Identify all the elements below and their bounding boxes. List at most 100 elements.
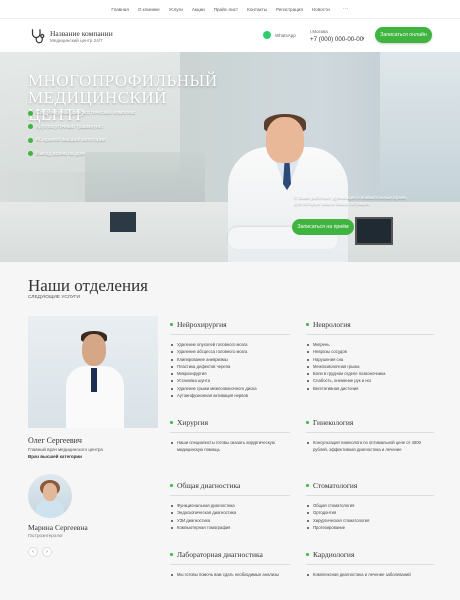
department-title[interactable]: Гинекология — [306, 418, 434, 427]
hero-monitor-left — [110, 212, 136, 232]
list-item[interactable]: Боли в грудном отделе позвоночника — [306, 370, 434, 377]
chevron-down-icon[interactable]: ▾ — [362, 36, 365, 42]
stethoscope-logo-icon[interactable] — [28, 27, 46, 45]
doctor-face — [82, 334, 106, 366]
slider-prev-button[interactable]: ‹ — [28, 547, 38, 557]
list-item[interactable]: Межпозвоночная грыжа — [306, 363, 434, 370]
list-item[interactable]: Микрохирургия — [170, 370, 290, 377]
slider-next-button[interactable]: › — [42, 547, 52, 557]
list-item[interactable]: Эндоскопическая диагностика — [170, 509, 290, 516]
hero-banner: МНОГОПРОФИЛЬНЫЙ МЕДИЦИНСКИЙ ЦЕНТР Соврем… — [0, 52, 460, 262]
list-item[interactable]: Функциональная диагностика — [170, 502, 290, 509]
hero-feature-list: Современный диагностический комплекс Кру… — [28, 110, 136, 164]
company-name[interactable]: Название компании — [50, 29, 113, 38]
book-appointment-button[interactable]: Записаться на приём — [292, 219, 354, 235]
divider — [306, 334, 434, 335]
nav-item-main[interactable]: Главная — [111, 7, 128, 12]
list-item[interactable]: Общая стоматология — [306, 502, 434, 509]
nav-item-news[interactable]: Новости — [312, 7, 330, 12]
check-icon — [28, 124, 33, 129]
city-label: г.Москва — [310, 29, 328, 34]
bullet-icon — [306, 323, 309, 326]
department-lab-diagnostics: Лабораторная диагностика Мы готовы помоч… — [170, 550, 290, 578]
list-item[interactable]: Удаление грыжи межпозвоночного диска — [170, 385, 290, 392]
department-list: Консультация гинеколога по оптимальной ц… — [306, 439, 434, 454]
list-item[interactable]: Клипирование аневризмы — [170, 356, 290, 363]
department-list: Наши специалисты готовы оказать хирургич… — [170, 439, 290, 454]
doctor-avatar[interactable] — [28, 474, 72, 518]
divider — [170, 334, 290, 335]
hero-doctor-face — [266, 117, 304, 163]
department-dentistry: Стоматология Общая стоматология Ортодонт… — [306, 481, 434, 531]
list-item[interactable]: Удаление абсцесса головного мозга — [170, 348, 290, 355]
list-item[interactable]: Консультация гинеколога по оптимальной ц… — [306, 439, 434, 454]
department-title[interactable]: Неврология — [306, 320, 434, 329]
bullet-icon — [306, 553, 309, 556]
nav-item-contacts[interactable]: Контакты — [247, 7, 267, 12]
list-item[interactable]: Установка шунта — [170, 377, 290, 384]
nav-item-registration[interactable]: Регистрация — [276, 7, 303, 12]
department-title[interactable]: Кардиология — [306, 550, 434, 559]
list-item[interactable]: Хирургическая стоматология — [306, 517, 434, 524]
list-item[interactable]: Неврозы сосудов — [306, 348, 434, 355]
department-list: Общая стоматология Ортодонтия Хирургичес… — [306, 502, 434, 531]
divider — [170, 564, 290, 565]
list-item[interactable]: УЗИ диагностика — [170, 517, 290, 524]
divider — [170, 432, 290, 433]
department-title[interactable]: Стоматология — [306, 481, 434, 490]
list-item[interactable]: Удаление опухолей головного мозга — [170, 341, 290, 348]
divider — [306, 495, 434, 496]
top-navigation: Главная О клинике Услуги Акции Прайс-лис… — [0, 0, 460, 18]
hero-background-window-right — [380, 52, 460, 202]
list-item[interactable]: Аутоинфузионная активация нервов — [170, 392, 290, 399]
hero-feature: 40 врачей высшей категории — [28, 137, 136, 143]
doctor-role: Гастроэнтеролог — [28, 533, 64, 538]
doctor-name[interactable]: Марина Сергеевна — [28, 523, 88, 532]
bullet-icon — [306, 484, 309, 487]
department-title[interactable]: Хирургия — [170, 418, 290, 427]
list-item[interactable]: Пластика дефектов черепа — [170, 363, 290, 370]
department-title[interactable]: Нейрохирургия — [170, 320, 290, 329]
doctor-photo[interactable] — [28, 316, 158, 428]
list-item[interactable]: Ортодонтия — [306, 509, 434, 516]
divider — [306, 432, 434, 433]
department-cardiology: Кардиология Комплексная диагностика и ле… — [306, 550, 434, 578]
department-title[interactable]: Общая диагностика — [170, 481, 290, 490]
company-tagline: Медицинский центр 24/7 — [50, 38, 103, 43]
whatsapp-icon[interactable] — [263, 31, 271, 39]
phone-number[interactable]: +7 (000) 000-00-00 — [310, 36, 363, 43]
nav-item-promos[interactable]: Акции — [192, 7, 205, 12]
list-item[interactable]: Нарушения сна — [306, 356, 434, 363]
hero-feature: Круглосуточный травмпункт — [28, 124, 136, 130]
department-general-diagnostics: Общая диагностика Функциональная диагнос… — [170, 481, 290, 531]
nav-item-about[interactable]: О клинике — [138, 7, 160, 12]
department-list: Мигрень Неврозы сосудов Нарушения сна Ме… — [306, 341, 434, 392]
list-item[interactable]: Слабость, онемение рук и ног — [306, 377, 434, 384]
section-subtitle: СЛЕДУЮЩИЕ УСЛУГИ — [28, 295, 80, 300]
doctor-name[interactable]: Олег Сергеевич — [28, 436, 82, 445]
doctor-coat — [36, 500, 64, 518]
site-header: Название компании Медицинский центр 24/7… — [0, 18, 460, 52]
list-item[interactable]: Компьютерная томография — [170, 524, 290, 531]
list-item[interactable]: Наши специалисты готовы оказать хирургич… — [170, 439, 290, 454]
bullet-icon — [170, 421, 173, 424]
doctor-tie — [91, 368, 97, 392]
department-neurology: Неврология Мигрень Неврозы сосудов Наруш… — [306, 320, 434, 392]
list-item[interactable]: Вегетативная дистония — [306, 385, 434, 392]
divider — [306, 564, 434, 565]
list-item[interactable]: Мигрень — [306, 341, 434, 348]
list-item[interactable]: Мы готовы помочь вам сдать необходимые а… — [170, 571, 290, 578]
bullet-icon — [170, 484, 173, 487]
list-item[interactable]: Протезирование — [306, 524, 434, 531]
hero-monitor-right — [355, 217, 393, 245]
nav-item-prices[interactable]: Прайс-лист — [214, 7, 238, 12]
book-online-button[interactable]: Записаться онлайн — [375, 27, 432, 43]
nav-item-services[interactable]: Услуги — [169, 7, 183, 12]
hero-feature: Выезд врача на дом — [28, 151, 136, 157]
department-list: Мы готовы помочь вам сдать необходимые а… — [170, 571, 290, 578]
list-item[interactable]: Комплексная диагностика и лечение заболе… — [306, 571, 434, 578]
more-menu-icon[interactable]: ··· — [343, 6, 349, 12]
department-title[interactable]: Лабораторная диагностика — [170, 550, 290, 559]
department-gynecology: Гинекология Консультация гинеколога по о… — [306, 418, 434, 454]
whatsapp-label[interactable]: WhatsApp — [275, 33, 296, 38]
